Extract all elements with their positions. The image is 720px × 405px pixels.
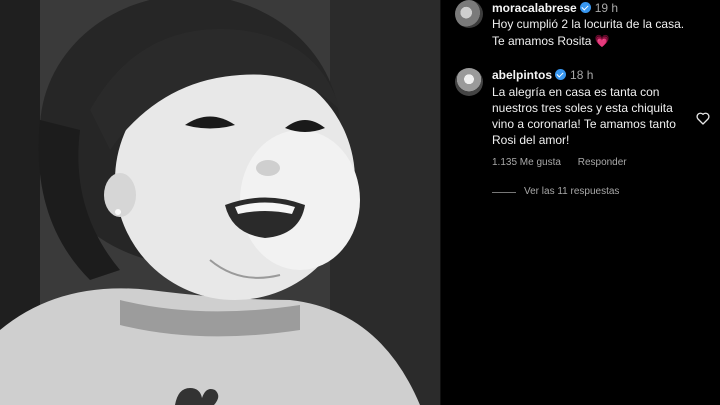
comment-author-avatar[interactable] bbox=[455, 68, 483, 96]
post-caption-line2: Te amamos Rosita 💗 bbox=[492, 33, 610, 49]
post-time[interactable]: 19 h bbox=[595, 1, 618, 15]
post-caption-line1: Hoy cumplió 2 la locurita de la casa. bbox=[492, 17, 685, 31]
comment-text-line: nuestros tres soles y esta chiquita bbox=[492, 101, 673, 115]
comment-text-line: La alegría en casa es tanta con bbox=[492, 85, 660, 99]
verified-badge-icon bbox=[555, 69, 567, 80]
comment-text-line: Rosi del amor! bbox=[492, 133, 570, 147]
comment-likes-count[interactable]: 1.135 Me gusta bbox=[492, 157, 561, 168]
post-photo bbox=[0, 0, 440, 405]
replies-divider-line bbox=[492, 192, 516, 193]
comment-text-line: vino a coronarla! Te amamos tanto bbox=[492, 117, 676, 131]
post-author-avatar[interactable] bbox=[455, 0, 483, 28]
post-caption-text: Te amamos Rosita bbox=[492, 34, 592, 48]
comment-time[interactable]: 18 h bbox=[570, 68, 593, 82]
comment-header: abelpintos 18 h bbox=[492, 67, 593, 83]
post-author-username[interactable]: moracalabrese bbox=[492, 1, 577, 15]
pink-heart-emoji-icon: 💗 bbox=[594, 34, 610, 48]
reply-button[interactable]: Responder bbox=[578, 157, 627, 168]
comments-panel: moracalabrese 19 h Hoy cumplió 2 la locur… bbox=[441, 0, 720, 405]
heart-outline-icon[interactable] bbox=[695, 110, 711, 126]
toddler-photo-illustration bbox=[0, 0, 440, 405]
verified-badge-icon bbox=[579, 2, 591, 13]
view-replies-link[interactable]: Ver las 11 respuestas bbox=[524, 186, 619, 197]
post-header: moracalabrese 19 h bbox=[492, 0, 618, 16]
comment-author-username[interactable]: abelpintos bbox=[492, 68, 552, 82]
comment-meta: 1.135 Me gusta Responder bbox=[492, 157, 641, 168]
